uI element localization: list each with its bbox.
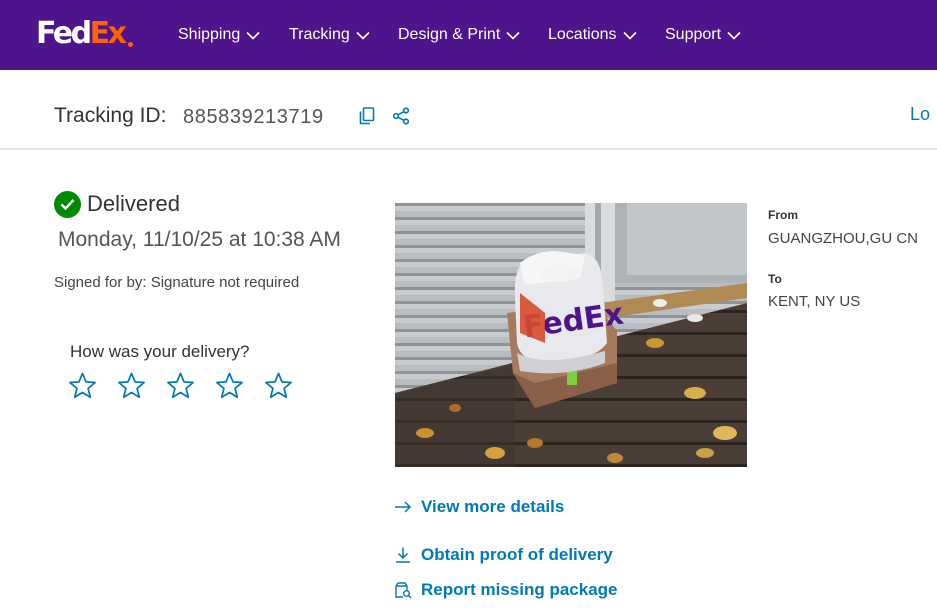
- delivery-photo[interactable]: FedEx: [395, 203, 747, 467]
- nav-support-label: Support: [665, 26, 722, 43]
- from-label: From: [768, 208, 798, 222]
- rating-stars: [68, 371, 293, 400]
- star-icon-5[interactable]: [264, 371, 293, 400]
- chevron-down-icon: [356, 31, 370, 40]
- download-icon: [396, 547, 410, 563]
- signed-for-text: Signed for by: Signature not required: [54, 274, 300, 291]
- tracking-id-value: 885839213719: [183, 106, 324, 128]
- package-search-icon: [395, 582, 412, 599]
- chevron-down-icon: [246, 31, 260, 40]
- nav-locations[interactable]: Locations: [548, 24, 637, 46]
- nav-shipping[interactable]: Shipping: [178, 24, 260, 46]
- tracking-id-label: Tracking ID:: [54, 104, 167, 127]
- proof-of-delivery-link[interactable]: Obtain proof of delivery: [394, 543, 613, 567]
- star-icon-3[interactable]: [166, 371, 195, 400]
- delivery-status: Delivered: [87, 191, 180, 216]
- nav-design-print[interactable]: Design & Print: [398, 24, 520, 46]
- view-more-details-link[interactable]: View more details: [394, 495, 564, 519]
- nav-tracking-label: Tracking: [289, 26, 350, 43]
- from-value: GUANGZHOU,GU CN: [768, 230, 918, 247]
- delivered-check-icon: [54, 191, 81, 218]
- copy-icon[interactable]: [359, 107, 375, 125]
- proof-of-delivery-label: Obtain proof of delivery: [421, 545, 613, 564]
- view-more-details-label: View more details: [421, 497, 565, 516]
- star-icon-4[interactable]: [215, 371, 244, 400]
- nav-tracking[interactable]: Tracking: [289, 24, 370, 46]
- star-icon-1[interactable]: [68, 371, 97, 400]
- arrow-right-icon: [395, 501, 412, 513]
- report-missing-package-link[interactable]: Report missing package: [394, 578, 618, 602]
- share-icon[interactable]: [392, 107, 410, 125]
- fedex-logo[interactable]: FedEx: [36, 17, 133, 51]
- nav-support[interactable]: Support: [665, 24, 741, 46]
- delivery-date: Monday, 11/10/25 at 10:38 AM: [58, 228, 341, 251]
- rating-question: How was your delivery?: [70, 342, 250, 361]
- to-value: KENT, NY US: [768, 293, 861, 310]
- to-label: To: [768, 272, 782, 286]
- chevron-down-icon: [622, 31, 637, 40]
- report-missing-package-label: Report missing package: [421, 580, 618, 599]
- nav-shipping-label: Shipping: [178, 26, 241, 43]
- nav-locations-label: Locations: [548, 26, 617, 43]
- nav-design-print-label: Design & Print: [398, 26, 501, 43]
- top-nav-bar: FedEx Shipping Tracking Design & Print L…: [0, 0, 937, 70]
- star-icon-2[interactable]: [117, 371, 146, 400]
- chevron-down-icon: [506, 31, 520, 40]
- locations-link[interactable]: Lo: [910, 104, 930, 125]
- chevron-down-icon: [727, 31, 741, 40]
